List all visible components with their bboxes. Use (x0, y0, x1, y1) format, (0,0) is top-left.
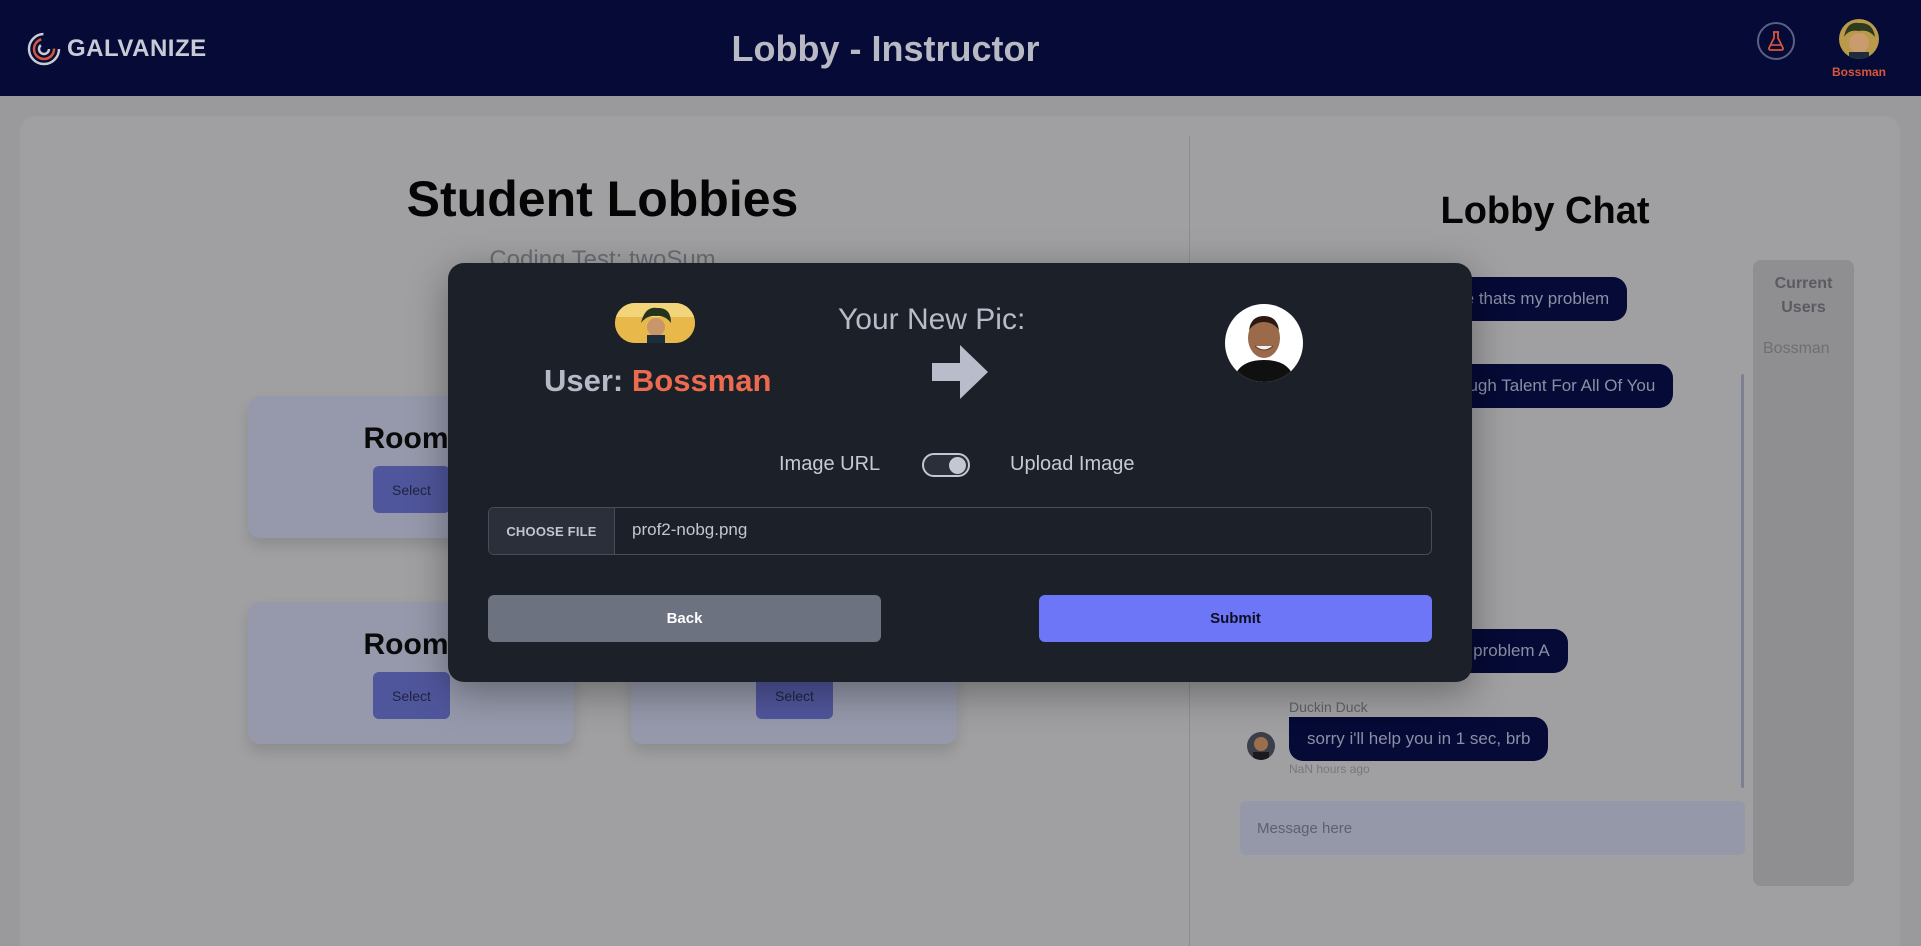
new-avatar-image (1225, 304, 1303, 382)
chat-sender-name: Duckin Duck (1289, 699, 1368, 715)
top-navbar: GALVANIZE Lobby - Instructor Bossman (0, 0, 1921, 96)
chat-message-bubble: sorry i'll help you in 1 sec, brb (1289, 717, 1549, 761)
image-source-toggle[interactable] (922, 453, 970, 477)
current-users-title: Current Users (1774, 275, 1833, 316)
message-input[interactable] (1240, 801, 1745, 855)
profile-picture-modal: User: Bossman Your New Pic: Image URL Up… (448, 263, 1472, 682)
file-upload-field[interactable]: CHOOSE FILE prof2-nobg.png (488, 507, 1432, 555)
current-user-entry: Bossman (1763, 340, 1830, 357)
room-select-button[interactable]: Select (373, 672, 450, 719)
modal-user-label: User: (544, 363, 624, 398)
submit-button[interactable]: Submit (1039, 595, 1432, 642)
modal-username: Bossman (631, 363, 772, 398)
chat-message-bubble: ough Talent For All Of You (1441, 364, 1674, 408)
back-button[interactable]: Back (488, 595, 881, 642)
modal-user-line: User: Bossman (544, 363, 771, 399)
room-select-button[interactable]: Select (373, 466, 450, 513)
lab-button[interactable] (1757, 22, 1795, 60)
toggle-knob (949, 457, 966, 474)
new-profile-picture (1225, 304, 1303, 382)
choose-file-button[interactable]: CHOOSE FILE (489, 508, 615, 554)
arrow-right-icon (932, 345, 988, 399)
current-users-panel: Current Users Bossman (1753, 260, 1854, 886)
chat-scrollbar[interactable] (1741, 374, 1744, 788)
flask-icon (1768, 31, 1784, 51)
header-username[interactable]: Bossman (1820, 65, 1898, 79)
page-title: Lobby - Instructor (731, 28, 1040, 69)
new-pic-label: Your New Pic: (838, 303, 1026, 336)
chat-avatar (1247, 732, 1275, 760)
upload-image-label: Upload Image (1010, 453, 1135, 475)
avatar-image (1247, 732, 1275, 760)
image-url-label: Image URL (779, 453, 881, 475)
selected-file-name: prof2-nobg.png (632, 520, 748, 539)
user-avatar[interactable] (1839, 19, 1879, 59)
chat-timestamp: NaN hours ago (1289, 762, 1370, 776)
lobby-chat-title: Lobby Chat (1440, 190, 1650, 232)
student-lobbies-title: Student Lobbies (406, 171, 799, 227)
current-profile-picture (615, 303, 695, 343)
current-avatar-image (615, 303, 695, 343)
avatar-image (1839, 19, 1879, 59)
